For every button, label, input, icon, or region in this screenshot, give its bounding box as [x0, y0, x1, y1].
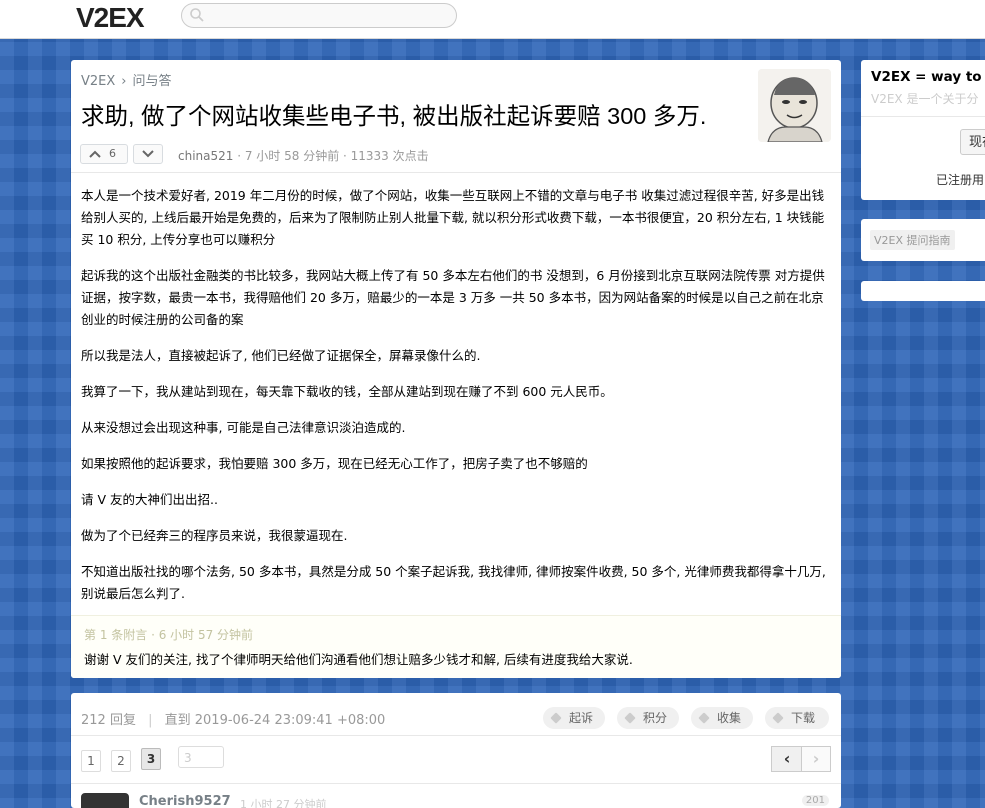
- reply-summary: 212 回复 | 直到 2019-06-24 23:09:41 +08:00: [81, 713, 386, 728]
- tag-download[interactable]: 下载: [765, 707, 829, 729]
- tag-label: 下载: [791, 711, 816, 725]
- page-3-button[interactable]: 3: [141, 748, 161, 770]
- tag-icon: [772, 712, 784, 724]
- content-paragraph: 从来没想过会出现这种事, 可能是自己法律意识淡泊造成的.: [81, 420, 406, 435]
- page-1-button[interactable]: 1: [81, 750, 101, 772]
- tag-label: 收集: [717, 711, 742, 725]
- content-paragraph: 本人是一个技术爱好者, 2019 年二月份的时候，做了个网站，收集一些互联网上不…: [81, 188, 825, 247]
- topic-meta-info: · 7 小时 58 分钟前 · 11333 次点击: [233, 149, 429, 163]
- sidebar-title: V2EX = way to e: [871, 69, 985, 85]
- content-paragraph: 请 V 友的大神们出出招..: [81, 492, 218, 507]
- tag-icon: [550, 712, 562, 724]
- site-logo[interactable]: V2EX: [76, 2, 145, 34]
- replies-box: 212 回复 | 直到 2019-06-24 23:09:41 +08:00 起…: [71, 693, 841, 808]
- content-paragraph: 如果按照他的起诉要求，我怕要赔 300 多万，现在已经无心工作了，把房子卖了也不…: [81, 456, 588, 471]
- topic-content: 本人是一个技术爱好者, 2019 年二月份的时候，做了个网站，收集一些互联网上不…: [81, 185, 831, 619]
- content-paragraph: 所以我是法人，直接被起诉了, 他们已经做了证据保全，屏幕录像什么的.: [81, 348, 481, 363]
- breadcrumb-home[interactable]: V2EX: [81, 74, 115, 89]
- author-avatar[interactable]: [758, 69, 831, 142]
- breadcrumb: V2EX › 问与答: [81, 70, 172, 89]
- tag-label: 积分: [643, 711, 668, 725]
- search-icon: [190, 8, 204, 22]
- page-2-button[interactable]: 2: [111, 750, 131, 772]
- avatar-face-icon: [758, 69, 831, 142]
- tag-lawsuit[interactable]: 起诉: [543, 707, 605, 729]
- tag-icon: [624, 712, 636, 724]
- search-input[interactable]: [181, 3, 457, 28]
- tag-points[interactable]: 积分: [617, 707, 679, 729]
- tag-collect[interactable]: 收集: [691, 707, 753, 729]
- reply-time: 1 小时 27 分钟前: [240, 798, 327, 808]
- vote-down-button[interactable]: [133, 144, 163, 164]
- reply-author[interactable]: Cherish9527: [139, 794, 231, 808]
- chevron-down-icon: [142, 150, 154, 158]
- guide-tag[interactable]: V2EX 提问指南: [870, 230, 955, 250]
- sidebar-guide: V2EX 提问指南: [861, 219, 985, 261]
- topic-box: V2EX › 问与答 求助, 做了个网站收集些电子书, 被出版社起诉要赔 300 多…: [71, 60, 841, 678]
- breadcrumb-separator: ›: [121, 74, 127, 89]
- page-jump-input[interactable]: 3: [178, 746, 224, 768]
- content-paragraph: 做为了个已经奔三的程序员来说，我很蒙逼现在.: [81, 528, 348, 543]
- reply-avatar[interactable]: [81, 793, 129, 808]
- top-bar: V2EX: [0, 0, 985, 39]
- topic-meta: china521 · 7 小时 58 分钟前 · 11333 次点击: [178, 147, 429, 164]
- chevron-up-icon: [89, 150, 101, 158]
- header-divider: [71, 172, 841, 173]
- sidebar-divider: [861, 116, 985, 117]
- topic-append: 第 1 条附言 · 6 小时 57 分钟前 谢谢 V 友们的关注, 找了个律师明…: [71, 615, 841, 678]
- append-text: 谢谢 V 友们的关注, 找了个律师明天给他们沟通看他们想让赔多少钱才和解, 后续…: [84, 652, 633, 667]
- tag-icon: [698, 712, 710, 724]
- sidebar-subtitle: V2EX 是一个关于分: [871, 92, 979, 106]
- append-header: 第 1 条附言 · 6 小时 57 分钟前: [84, 628, 254, 642]
- vote-up-button[interactable]: 6: [80, 144, 128, 164]
- sidebar-empty-box: [861, 281, 985, 301]
- registered-link[interactable]: 已注册用: [936, 171, 984, 188]
- prev-page-button[interactable]: ‹: [771, 746, 803, 772]
- vote-count: 6: [109, 147, 116, 160]
- tag-label: 起诉: [569, 711, 594, 725]
- content-paragraph: 不知道出版社找的哪个法务, 50 多本书，具然是分成 50 个案子起诉我, 我找…: [81, 564, 826, 601]
- topic-title: 求助, 做了个网站收集些电子书, 被出版社起诉要赔 300 多万.: [81, 103, 707, 129]
- reply-count: 212 回复: [81, 713, 136, 728]
- author-link[interactable]: china521: [178, 149, 233, 163]
- content-paragraph: 我算了一下，我从建站到现在，每天靠下载收的钱，全部从建站到现在赚了不到 600 …: [81, 384, 613, 399]
- signup-button[interactable]: 现在: [960, 129, 985, 155]
- content-paragraph: 起诉我的这个出版社金融类的书比较多，我网站大概上传了有 50 多本左右他们的书 …: [81, 268, 825, 327]
- next-page-button[interactable]: ›: [801, 746, 831, 772]
- reply-floor-number: 201: [801, 795, 829, 806]
- reply-divider: [71, 783, 841, 784]
- replies-divider: [71, 735, 841, 736]
- sidebar-intro: V2EX = way to e V2EX 是一个关于分 现在 已注册用: [861, 60, 985, 200]
- last-reply-time: 直到 2019-06-24 23:09:41 +08:00: [164, 713, 386, 728]
- breadcrumb-node[interactable]: 问与答: [133, 74, 172, 89]
